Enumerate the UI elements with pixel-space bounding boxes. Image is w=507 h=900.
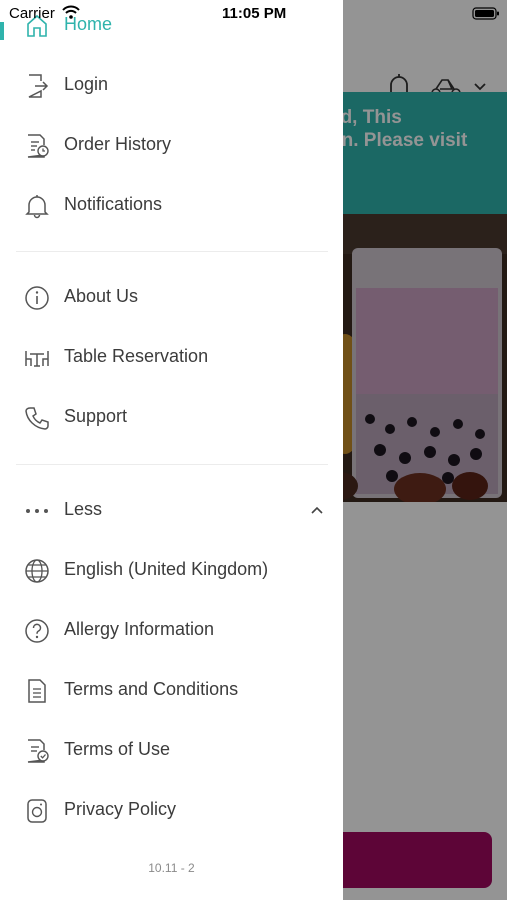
more-dots-icon [24,498,50,524]
menu-item-label: Privacy Policy [64,799,177,819]
table-icon [24,345,50,371]
divider [16,251,328,252]
clock: 11:05 PM [222,5,287,22]
menu-item-label: Table Reservation [64,346,209,366]
menu-item-terms-of-use[interactable]: Terms of Use [0,725,343,777]
menu-item-label: Allergy Information [64,619,215,639]
menu-item-label: English (United Kingdom) [64,559,269,579]
menu-item-table-reservation[interactable]: Table Reservation [0,332,343,384]
menu-item-notifications[interactable]: Notifications [0,180,343,232]
phone-icon [24,405,50,431]
menu-item-label: Notifications [64,194,163,214]
document-check-icon [24,738,50,764]
menu-item-language[interactable]: English (United Kingdom) [0,545,343,597]
app-version: 10.11 - 2 [148,861,195,875]
menu-item-login[interactable]: Login [0,60,343,112]
menu-item-support[interactable]: Support [0,392,343,444]
divider [16,464,328,465]
globe-icon [24,558,50,584]
menu-item-less-toggle[interactable]: Less [0,485,343,537]
question-icon [24,618,50,644]
menu-item-label: About Us [64,286,139,306]
chevron-up-icon [309,503,325,517]
bell-icon [24,193,50,219]
battery-icon [472,7,500,20]
menu-item-label: Support [64,406,128,426]
menu-item-label: Terms of Use [64,739,171,759]
menu-item-allergy-information[interactable]: Allergy Information [0,605,343,657]
menu-item-label: Terms and Conditions [64,679,239,699]
menu-item-label: Login [64,74,109,94]
privacy-icon [24,798,50,824]
login-icon [24,73,50,99]
wifi-icon [62,5,80,19]
menu-item-privacy-policy[interactable]: Privacy Policy [0,785,343,837]
status-bar: Carrier 11:05 PM [0,0,507,28]
carrier-label: Carrier [9,5,55,22]
document-icon [24,678,50,704]
navigation-drawer: Home Login Order History Notifications A… [0,0,343,900]
info-icon [24,285,50,311]
menu-item-terms-and-conditions[interactable]: Terms and Conditions [0,665,343,717]
menu-item-about-us[interactable]: About Us [0,272,343,324]
menu-item-label: Order History [64,134,172,154]
menu-item-label: Less [64,499,103,519]
order-history-icon [24,133,50,159]
menu-item-order-history[interactable]: Order History [0,120,343,172]
